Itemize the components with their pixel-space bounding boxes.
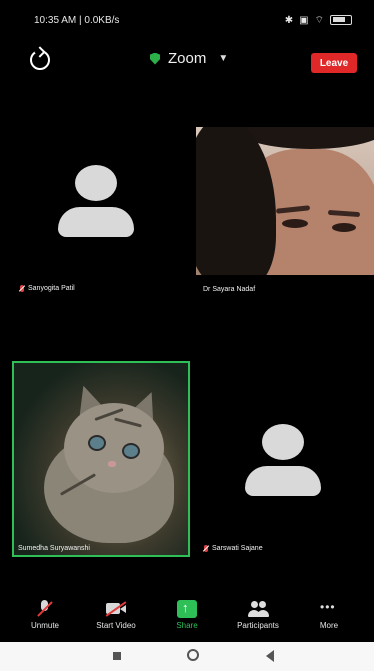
signal-icon: ▣ (299, 14, 309, 26)
start-video-button[interactable]: Start Video (85, 600, 147, 640)
participant-name: Sanyogita Patil (20, 285, 75, 292)
mic-muted-icon (204, 545, 208, 552)
mic-muted-icon (20, 285, 24, 292)
back-icon[interactable] (266, 650, 274, 662)
bluetooth-icon: ✱ (284, 14, 294, 26)
chevron-down-icon: ▼ (218, 53, 229, 64)
unmute-button[interactable]: Unmute (14, 600, 76, 640)
participants-icon (248, 600, 269, 618)
participant-name: Dr Sayara Nadaf (203, 286, 256, 293)
leave-button[interactable]: Leave (311, 53, 357, 73)
participant-name: Sumedha Suryawanshi (18, 545, 90, 552)
status-bar: 10:35 AM | 0.0KB/s ✱ ▣ ⌔ (0, 0, 374, 40)
meeting-top-bar: Zoom ▼ Leave (0, 42, 374, 80)
battery-icon (330, 15, 352, 25)
shield-icon (150, 52, 160, 65)
share-button[interactable]: Share (156, 600, 218, 640)
meeting-toolbar: Unmute Start Video Share Participants Mo… (0, 600, 374, 640)
meeting-title-dropdown[interactable]: Zoom ▼ (150, 50, 228, 67)
status-icons: ✱ ▣ ⌔ (285, 14, 352, 27)
participants-button[interactable]: Participants (227, 600, 289, 640)
more-button[interactable]: More (298, 600, 360, 640)
wifi-icon: ⌔ (314, 14, 324, 26)
android-navigation-bar (0, 642, 374, 671)
avatar-placeholder-icon (56, 165, 136, 241)
switch-camera-icon[interactable] (30, 50, 50, 70)
share-screen-icon (177, 600, 197, 618)
recent-apps-icon[interactable] (113, 652, 121, 660)
meeting-title: Zoom (168, 50, 207, 67)
participant-tile-4[interactable]: Sarswati Sajane (192, 380, 374, 570)
microphone-muted-icon (35, 600, 55, 618)
avatar-placeholder-icon (243, 424, 323, 500)
more-dots-icon (319, 600, 339, 618)
zoom-meeting-screen: 10:35 AM | 0.0KB/s ✱ ▣ ⌔ Zoom ▼ Leave Sa… (0, 0, 374, 671)
participant-video-3[interactable]: Sumedha Suryawanshi (12, 361, 190, 557)
participant-name: Sarswati Sajane (204, 545, 263, 552)
home-icon[interactable] (187, 649, 199, 661)
participant-tile-1[interactable]: Sanyogita Patil (0, 127, 192, 307)
status-time: 10:35 AM | 0.0KB/s (34, 14, 120, 26)
video-off-icon (106, 600, 126, 618)
participant-video-2[interactable] (196, 127, 374, 275)
